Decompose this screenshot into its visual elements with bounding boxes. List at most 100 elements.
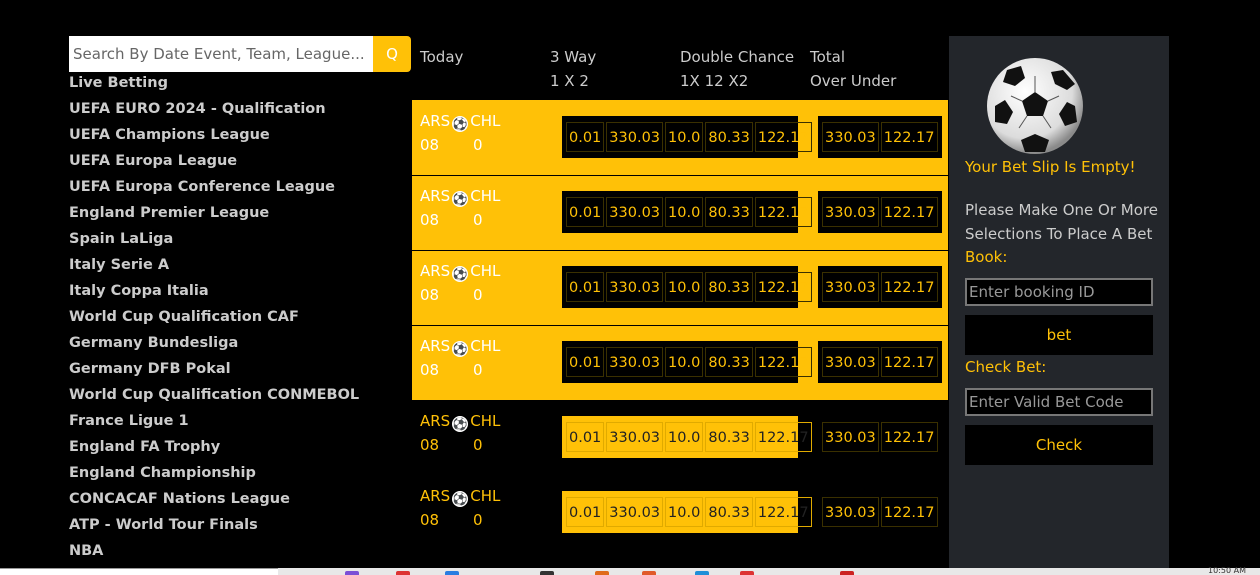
odds-button[interactable]: 80.33 [705, 122, 753, 152]
league-item[interactable]: Italy Coppa Italia [69, 281, 399, 307]
app-icon[interactable] [396, 571, 410, 575]
league-item[interactable]: CONCACAF Nations League [69, 489, 399, 515]
total-odds-button[interactable]: 122.17 [880, 497, 938, 527]
app-icon[interactable] [840, 571, 854, 575]
league-item[interactable]: Germany Bundesliga [69, 333, 399, 359]
league-item[interactable]: England FA Trophy [69, 437, 399, 463]
total-odds-button[interactable]: 330.03 [822, 197, 879, 227]
odds-group-total: 330.03 122.17 [818, 416, 942, 458]
odds-button[interactable]: 330.03 [606, 347, 664, 377]
match-row[interactable]: ARS ⚽ CHL 08 0 0.01 330.03 10.0 80.33 122.17 330.0… [412, 250, 948, 325]
match-row[interactable]: ARS ⚽ CHL 08 0 0.01 330.03 10.0 80.33 122.17 330.0… [412, 475, 948, 550]
total-odds-button[interactable]: 330.03 [822, 122, 879, 152]
league-item[interactable]: UEFA EURO 2024 - Qualification [69, 99, 399, 125]
taskbar: 10:50 AM [0, 566, 1260, 575]
search-input[interactable] [69, 36, 373, 72]
total-odds-button[interactable]: 122.17 [880, 272, 938, 302]
away-team: CHL [470, 112, 501, 130]
search-button[interactable]: Q [373, 36, 411, 72]
booking-id-input[interactable] [965, 278, 1153, 306]
total-odds-button[interactable]: 122.17 [880, 347, 938, 377]
app-icon[interactable] [695, 571, 709, 575]
total-odds-button[interactable]: 330.03 [822, 422, 879, 452]
row-divider [412, 250, 948, 251]
app-icon[interactable] [445, 571, 459, 575]
total-odds-button[interactable]: 330.03 [822, 497, 879, 527]
column-three-way-label: 3 Way [550, 48, 597, 66]
matches-panel: Today 3 Way 1 X 2 Double Chance 1X 12 X2… [412, 36, 948, 575]
away-score: 0 [473, 511, 483, 529]
total-odds-button[interactable]: 330.03 [822, 272, 879, 302]
bet-code-input[interactable] [965, 388, 1153, 416]
home-score: 08 [420, 211, 440, 229]
taskbar-search[interactable] [0, 568, 278, 575]
total-odds-button[interactable]: 330.03 [822, 347, 879, 377]
odds-button[interactable]: 0.01 [566, 122, 605, 152]
league-item[interactable]: England Premier League [69, 203, 399, 229]
odds-button[interactable]: 330.03 [606, 197, 664, 227]
home-team: ARS [420, 487, 451, 505]
check-button[interactable]: Check [965, 425, 1153, 465]
odds-button[interactable]: 10.0 [665, 497, 704, 527]
league-item[interactable]: Germany DFB Pokal [69, 359, 399, 385]
odds-button[interactable]: 122.17 [754, 122, 812, 152]
league-item[interactable]: England Championship [69, 463, 399, 489]
odds-button[interactable]: 330.03 [606, 497, 664, 527]
odds-button[interactable]: 10.0 [665, 122, 704, 152]
odds-button[interactable]: 10.0 [665, 272, 704, 302]
bet-button[interactable]: bet [965, 315, 1153, 355]
league-item[interactable]: World Cup Qualification CAF [69, 307, 399, 333]
away-team: CHL [470, 262, 501, 280]
odds-button[interactable]: 122.17 [754, 197, 812, 227]
match-row[interactable]: ARS ⚽ CHL 08 0 0.01 330.03 10.0 80.33 122.17 330.0… [412, 400, 948, 475]
odds-button[interactable]: 330.03 [606, 422, 664, 452]
app-icon[interactable] [740, 571, 754, 575]
odds-group-total: 330.03 122.17 [818, 191, 942, 233]
league-item[interactable]: Italy Serie A [69, 255, 399, 281]
odds-button[interactable]: 0.01 [566, 197, 605, 227]
odds-button[interactable]: 0.01 [566, 422, 605, 452]
odds-button[interactable]: 122.17 [754, 422, 812, 452]
league-item[interactable]: UEFA Europa League [69, 151, 399, 177]
league-item[interactable]: World Cup Qualification CONMEBOL [69, 385, 399, 411]
home-team: ARS [420, 112, 451, 130]
odds-button[interactable]: 122.17 [754, 272, 812, 302]
league-item[interactable]: NBA [69, 541, 399, 567]
match-row[interactable]: ARS ⚽ CHL 08 0 0.01 330.03 10.0 80.33 122.17 330.0… [412, 100, 948, 175]
league-item[interactable]: Live Betting [69, 73, 399, 99]
app-icon[interactable] [642, 571, 656, 575]
match-row[interactable]: ARS ⚽ CHL 08 0 0.01 330.03 10.0 80.33 122.17 330.0… [412, 175, 948, 250]
league-item[interactable]: ATP - World Tour Finals [69, 515, 399, 541]
odds-button[interactable]: 10.0 [665, 197, 704, 227]
odds-button[interactable]: 122.17 [754, 347, 812, 377]
match-row[interactable]: ARS ⚽ CHL 08 0 0.01 330.03 10.0 80.33 122.17 330.0… [412, 325, 948, 400]
odds-button[interactable]: 80.33 [705, 497, 753, 527]
total-odds-button[interactable]: 122.17 [880, 122, 938, 152]
odds-button[interactable]: 330.03 [606, 272, 664, 302]
total-odds-button[interactable]: 122.17 [880, 422, 938, 452]
odds-button[interactable]: 10.0 [665, 422, 704, 452]
odds-button[interactable]: 80.33 [705, 272, 753, 302]
soccer-ball-icon: ⚽ [452, 191, 469, 207]
odds-button[interactable]: 80.33 [705, 347, 753, 377]
column-total-label: Total [810, 48, 846, 66]
app-icon[interactable] [540, 571, 554, 575]
column-double-chance: Double Chance 1X 12 X2 [680, 36, 794, 100]
league-item[interactable]: France Ligue 1 [69, 411, 399, 437]
odds-button[interactable]: 122.17 [754, 497, 812, 527]
total-odds-button[interactable]: 122.17 [880, 197, 938, 227]
league-item[interactable]: UEFA Europa Conference League [69, 177, 399, 203]
app-icon[interactable] [595, 571, 609, 575]
league-item[interactable]: Spain LaLiga [69, 229, 399, 255]
odds-button[interactable]: 0.01 [566, 272, 605, 302]
odds-group-main: 0.01 330.03 10.0 80.33 122.17 [562, 266, 812, 308]
odds-button[interactable]: 0.01 [566, 497, 605, 527]
odds-button[interactable]: 330.03 [606, 122, 664, 152]
odds-button[interactable]: 80.33 [705, 197, 753, 227]
odds-button[interactable]: 0.01 [566, 347, 605, 377]
odds-button[interactable]: 80.33 [705, 422, 753, 452]
odds-group-main: 0.01 330.03 10.0 80.33 122.17 [562, 341, 812, 383]
app-icon[interactable] [345, 571, 359, 575]
odds-button[interactable]: 10.0 [665, 347, 704, 377]
league-item[interactable]: UEFA Champions League [69, 125, 399, 151]
